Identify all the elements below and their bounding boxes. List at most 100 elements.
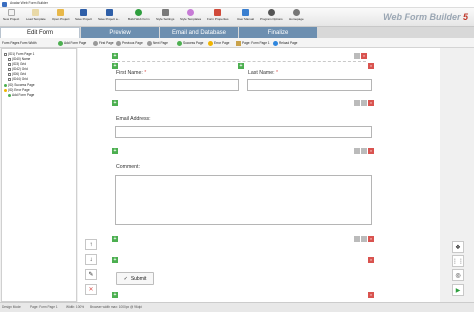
tab-finalize[interactable]: Finalize [239, 27, 317, 38]
success-icon [4, 83, 7, 87]
add-field-button[interactable]: + [112, 100, 118, 106]
settings-icon[interactable] [361, 236, 367, 242]
delete-icon[interactable]: × [368, 257, 374, 263]
email-label: Email Address: [116, 116, 151, 122]
save-project-button[interactable]: Save Project [75, 9, 92, 26]
check-icon: ✓ [123, 275, 128, 282]
style-settings-button[interactable]: Style Settings [156, 9, 174, 26]
previous-page-button[interactable]: Previous Page [116, 40, 143, 46]
settings-icon[interactable] [354, 236, 360, 242]
build-web-form-button[interactable]: Build Web Form [128, 9, 149, 26]
tree-node[interactable]: (ID3) Grid [8, 62, 26, 66]
status-mode: Design Mode [2, 305, 21, 309]
tree-node[interactable]: (ID) Error Page [4, 88, 30, 92]
comment-textarea[interactable] [115, 175, 372, 225]
tree-node[interactable]: (ID1) Form Page 1 [4, 52, 34, 56]
save-icon [80, 9, 87, 16]
widget-button[interactable]: ❖ [452, 241, 464, 253]
new-project-icon [7, 9, 15, 16]
success-icon [177, 40, 182, 46]
status-page: Page: Form Page 1 [30, 305, 58, 309]
tab-edit-form[interactable]: Edit Form [0, 27, 80, 38]
brand-logo: Web Form Builder 5 [383, 12, 468, 22]
new-project-button[interactable]: New Project [3, 9, 19, 26]
add-field-button[interactable]: + [238, 63, 244, 69]
homepage-button[interactable]: Homepage [289, 9, 304, 26]
previous-icon [116, 40, 121, 46]
last-name-label: Last Name: * [248, 70, 279, 76]
move-down-button[interactable]: ↓ [85, 254, 97, 265]
move-up-button[interactable]: ↑ [85, 239, 97, 250]
grid-button[interactable]: ⋮⋮ [452, 255, 464, 267]
add-field-button[interactable]: + [112, 292, 118, 298]
reload-page-button[interactable]: Reload Page [273, 40, 297, 46]
delete-icon[interactable]: × [368, 100, 374, 106]
expand-icon [8, 57, 11, 61]
add-field-button[interactable]: + [112, 236, 118, 242]
settings-icon[interactable] [354, 148, 360, 154]
comment-label: Comment: [116, 164, 140, 170]
add-field-button[interactable]: + [112, 257, 118, 263]
tab-email-database[interactable]: Email and Database [160, 27, 238, 38]
tree-node[interactable]: Add Form Page [8, 93, 34, 97]
next-page-button[interactable]: Next Page [147, 40, 168, 46]
settings-icon[interactable] [354, 100, 360, 106]
last-name-field[interactable] [247, 79, 372, 91]
success-page-button[interactable]: Success Page [177, 40, 203, 46]
add-form-page-button[interactable]: Add Form Page [58, 40, 86, 46]
style-templates-button[interactable]: Style Templates [180, 9, 201, 26]
play-icon [135, 9, 143, 16]
user-manual-button[interactable]: User Manual [237, 9, 254, 26]
main-tabs: Edit Form Preview Email and Database Fin… [0, 27, 474, 38]
program-options-button[interactable]: Program Options [260, 9, 283, 26]
tree-node[interactable]: (ID44) Grid [8, 77, 28, 81]
first-name-field[interactable] [115, 79, 239, 91]
play-button[interactable]: ▶ [452, 284, 464, 296]
form-pages-button[interactable]: Form Pages [2, 40, 19, 46]
settings-icon[interactable] [354, 53, 360, 59]
delete-icon[interactable]: × [368, 63, 374, 69]
pencil-icon: ✎ [88, 272, 94, 278]
delete-icon[interactable]: × [368, 292, 374, 298]
delete-icon[interactable]: × [361, 53, 367, 59]
next-icon [147, 40, 152, 46]
expand-icon [8, 62, 11, 66]
settings-icon[interactable] [361, 148, 367, 154]
window-title: Avatar Web Form Builder [10, 1, 48, 5]
warning-icon [4, 88, 7, 92]
add-field-button[interactable]: + [112, 63, 118, 69]
delete-icon[interactable]: × [368, 236, 374, 242]
edit-button[interactable]: ✎ [85, 269, 97, 280]
save-project-as-button[interactable]: Save Project a... [98, 9, 120, 26]
error-page-button[interactable]: Error Page [208, 40, 229, 46]
open-project-button[interactable]: Open Project [52, 9, 70, 26]
delete-button[interactable]: ✕ [85, 284, 97, 295]
form-properties-button[interactable]: Form Properties [207, 9, 229, 26]
tab-preview[interactable]: Preview [81, 27, 159, 38]
first-page-button[interactable]: First Page [93, 40, 114, 46]
add-field-button[interactable]: + [112, 148, 118, 154]
page-select-dropdown[interactable]: Page: Form Page 1 [236, 40, 270, 46]
form-width-button[interactable]: Form Width [20, 40, 36, 46]
add-field-button[interactable]: + [112, 53, 118, 59]
tree-node[interactable]: (ID40) Name [8, 57, 30, 61]
page-icon [236, 40, 241, 46]
expand-icon [8, 77, 11, 81]
status-browser-width: Browser width max: 1000px @ 96dpi [90, 305, 142, 309]
delete-icon[interactable]: × [368, 148, 374, 154]
tree-node[interactable]: (ID) Success Page [4, 83, 35, 87]
add-icon [8, 93, 11, 97]
email-field[interactable] [115, 126, 372, 138]
globe-button[interactable]: ◎ [452, 269, 464, 281]
grid-icon: ⋮⋮ [452, 258, 464, 265]
form-properties-icon [214, 9, 222, 16]
form-canvas: + × + + × First Name: * Last Name: * + ×… [78, 48, 440, 302]
load-template-button[interactable]: Load Template [26, 9, 46, 26]
expand-icon [8, 67, 11, 71]
submit-button[interactable]: ✓ Submit [116, 272, 154, 285]
globe-icon [292, 9, 300, 16]
settings-icon[interactable] [361, 100, 367, 106]
right-tool-panel: ❖ ⋮⋮ ◎ ▶ [440, 48, 474, 302]
tree-node[interactable]: (ID6) Grid [8, 72, 26, 76]
tree-node[interactable]: (ID42) Grid [8, 67, 28, 71]
